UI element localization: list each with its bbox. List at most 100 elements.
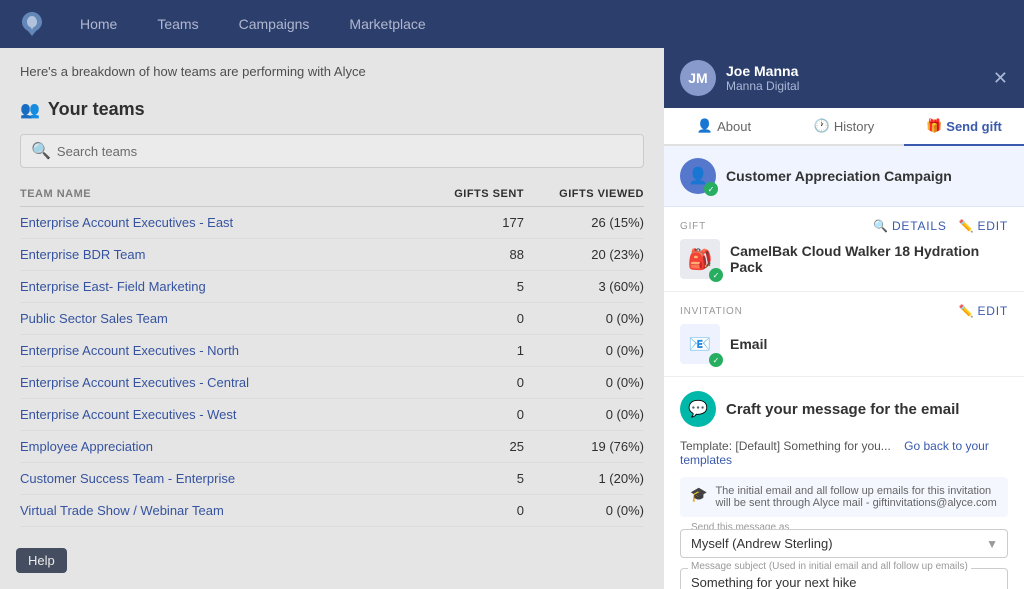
- team-gifts-viewed: 3 (60%): [524, 279, 644, 294]
- invitation-label-text: INVITATION: [680, 306, 743, 317]
- details-icon: 🔍: [873, 219, 889, 233]
- invitation-section-label: INVITATION ✏️ Edit: [680, 304, 1008, 318]
- team-name[interactable]: Public Sector Sales Team: [20, 311, 404, 326]
- panel-header-info: Joe Manna Manna Digital: [726, 63, 983, 93]
- team-gifts-viewed: 26 (15%): [524, 215, 644, 230]
- col-team-name: TEAM NAME: [20, 188, 404, 200]
- about-icon: 👤: [697, 118, 713, 134]
- team-gifts-sent: 0: [404, 311, 524, 326]
- template-row: Template: [Default] Something for you...…: [680, 439, 1008, 467]
- panel-body: 👤 ✓ Customer Appreciation Campaign GIFT …: [664, 146, 1024, 589]
- team-gifts-viewed: 0 (0%): [524, 311, 644, 326]
- col-gifts-viewed: GIFTS VIEWED: [524, 188, 644, 200]
- search-icon: 🔍: [31, 141, 51, 161]
- campaign-banner: 👤 ✓ Customer Appreciation Campaign: [664, 146, 1024, 207]
- subtitle: Here's a breakdown of how teams are perf…: [20, 64, 644, 79]
- gift-section-label: GIFT 🔍 Details ✏️ Edit: [680, 219, 1008, 233]
- gift-image: 🎒 ✓: [680, 239, 720, 279]
- panel-user-company: Manna Digital: [726, 79, 983, 93]
- send-as-select[interactable]: Myself (Andrew Sterling): [680, 529, 1008, 558]
- gift-edit-btn[interactable]: ✏️ Edit: [959, 219, 1008, 233]
- gift-check-badge: ✓: [709, 268, 723, 282]
- team-name[interactable]: Enterprise Account Executives - North: [20, 343, 404, 358]
- main-layout: Here's a breakdown of how teams are perf…: [0, 48, 1024, 589]
- gift-content: 🎒 ✓ CamelBak Cloud Walker 18 Hydration P…: [680, 239, 1008, 279]
- edit-invitation-icon: ✏️: [959, 304, 975, 318]
- campaign-title: Customer Appreciation Campaign: [726, 168, 952, 184]
- invitation-edit-label: Edit: [977, 304, 1008, 318]
- check-badge: ✓: [704, 182, 718, 196]
- team-gifts-sent: 5: [404, 471, 524, 486]
- team-gifts-viewed: 1 (20%): [524, 471, 644, 486]
- table-row: Customer Success Team - Enterprise 5 1 (…: [20, 463, 644, 495]
- team-name[interactable]: Enterprise Account Executives - West: [20, 407, 404, 422]
- invitation-image: 📧 ✓: [680, 324, 720, 364]
- team-gifts-sent: 177: [404, 215, 524, 230]
- team-name[interactable]: Enterprise East- Field Marketing: [20, 279, 404, 294]
- tab-send-gift[interactable]: 🎁 Send gift: [904, 108, 1024, 146]
- team-gifts-viewed: 19 (76%): [524, 439, 644, 454]
- gift-edit-label: Edit: [977, 219, 1008, 233]
- invitation-check-badge: ✓: [709, 353, 723, 367]
- tab-about[interactable]: 👤 About: [664, 108, 784, 146]
- team-name[interactable]: Customer Success Team - Enterprise: [20, 471, 404, 486]
- teams-title: Your teams: [48, 99, 145, 120]
- table-header: TEAM NAME GIFTS SENT GIFTS VIEWED: [20, 182, 644, 207]
- top-nav: Home Teams Campaigns Marketplace: [0, 0, 1024, 48]
- team-gifts-sent: 88: [404, 247, 524, 262]
- team-name[interactable]: Virtual Trade Show / Webinar Team: [20, 503, 404, 518]
- pro-tip-text: The initial email and all follow up emai…: [715, 485, 998, 509]
- tab-send-gift-label: Send gift: [946, 119, 1002, 134]
- table-row: Public Sector Sales Team 0 0 (0%): [20, 303, 644, 335]
- edit-gift-icon: ✏️: [959, 219, 975, 233]
- close-button[interactable]: ✕: [993, 69, 1008, 87]
- nav-marketplace[interactable]: Marketplace: [341, 12, 433, 36]
- template-prefix: Template:: [680, 439, 732, 453]
- team-name[interactable]: Enterprise BDR Team: [20, 247, 404, 262]
- right-panel: JM Joe Manna Manna Digital ✕ 👤 About 🕐 H…: [664, 48, 1024, 589]
- logo: [16, 8, 48, 40]
- nav-campaigns[interactable]: Campaigns: [231, 12, 318, 36]
- invitation-section: INVITATION ✏️ Edit 📧 ✓ Email: [664, 292, 1024, 377]
- table-row: Virtual Trade Show / Webinar Team 0 0 (0…: [20, 495, 644, 527]
- gift-details-label: Details: [892, 219, 947, 233]
- nav-home[interactable]: Home: [72, 12, 125, 36]
- team-name[interactable]: Enterprise Account Executives - East: [20, 215, 404, 230]
- gift-title: CamelBak Cloud Walker 18 Hydration Pack: [730, 243, 1008, 275]
- email-craft-header: 💬 Craft your message for the email: [680, 391, 1008, 427]
- pro-tip-icon: 🎓: [690, 486, 707, 503]
- teams-table: Enterprise Account Executives - East 177…: [20, 207, 644, 527]
- invitation-content: 📧 ✓ Email: [680, 324, 1008, 364]
- table-row: Enterprise Account Executives - North 1 …: [20, 335, 644, 367]
- help-button[interactable]: Help: [16, 548, 67, 573]
- gift-details-btn[interactable]: 🔍 Details: [873, 219, 946, 233]
- panel-header: JM Joe Manna Manna Digital ✕: [664, 48, 1024, 108]
- table-row: Enterprise Account Executives - East 177…: [20, 207, 644, 239]
- tab-history[interactable]: 🕐 History: [784, 108, 904, 146]
- invitation-edit-btn[interactable]: ✏️ Edit: [959, 304, 1008, 318]
- send-as-wrapper: Myself (Andrew Sterling) ▼: [680, 529, 1008, 558]
- team-gifts-viewed: 20 (23%): [524, 247, 644, 262]
- invitation-actions: ✏️ Edit: [959, 304, 1008, 318]
- tab-about-label: About: [717, 119, 751, 134]
- team-gifts-sent: 1: [404, 343, 524, 358]
- search-input[interactable]: [57, 144, 633, 159]
- tab-history-label: History: [834, 119, 874, 134]
- team-name[interactable]: Enterprise Account Executives - Central: [20, 375, 404, 390]
- col-gifts-sent: GIFTS SENT: [404, 188, 524, 200]
- table-row: Enterprise Account Executives - West 0 0…: [20, 399, 644, 431]
- gift-label-text: GIFT: [680, 221, 706, 232]
- team-gifts-sent: 0: [404, 503, 524, 518]
- table-row: Employee Appreciation 25 19 (76%): [20, 431, 644, 463]
- search-box: 🔍: [20, 134, 644, 168]
- nav-teams[interactable]: Teams: [149, 12, 206, 36]
- team-gifts-viewed: 0 (0%): [524, 343, 644, 358]
- gift-section: GIFT 🔍 Details ✏️ Edit 🎒: [664, 207, 1024, 292]
- email-craft-section: 💬 Craft your message for the email Templ…: [664, 377, 1024, 589]
- team-gifts-viewed: 0 (0%): [524, 407, 644, 422]
- team-gifts-sent: 0: [404, 407, 524, 422]
- panel-tabs: 👤 About 🕐 History 🎁 Send gift: [664, 108, 1024, 146]
- team-name[interactable]: Employee Appreciation: [20, 439, 404, 454]
- history-icon: 🕐: [814, 118, 830, 134]
- team-gifts-viewed: 0 (0%): [524, 375, 644, 390]
